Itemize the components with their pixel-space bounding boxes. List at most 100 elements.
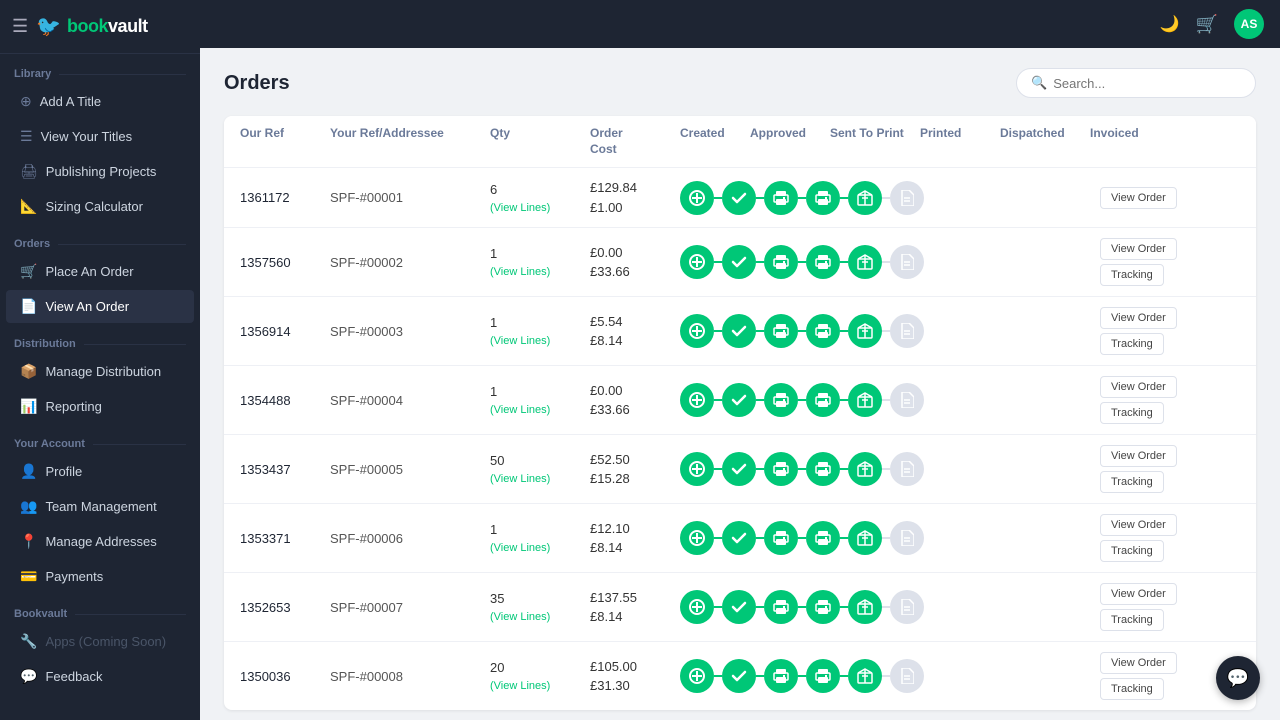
sidebar-item-apps: 🔧 Apps (Coming Soon) xyxy=(6,625,194,658)
cost-2: £8.14 xyxy=(590,331,680,351)
sidebar-item-team-management[interactable]: 👥 Team Management xyxy=(6,490,194,523)
status-dot-4 xyxy=(848,590,882,624)
document-icon: 📄 xyxy=(20,298,37,315)
status-dot-1 xyxy=(722,314,756,348)
view-lines-link[interactable]: (View Lines) xyxy=(490,611,550,623)
tracking-button[interactable]: Tracking xyxy=(1100,471,1164,493)
sidebar-item-place-order[interactable]: 🛒 Place An Order xyxy=(6,255,194,288)
table-header: Our Ref Your Ref/Addressee Qty OrderCost… xyxy=(224,116,1256,168)
status-line xyxy=(756,197,764,199)
theme-toggle-icon[interactable]: 🌙 xyxy=(1160,14,1180,34)
location-icon: 📍 xyxy=(20,533,37,550)
status-line xyxy=(756,468,764,470)
sidebar-item-view-titles[interactable]: ☰ View Your Titles xyxy=(6,120,194,153)
col-dispatched: Dispatched xyxy=(1000,126,1090,157)
actions-cell: View Order Tracking xyxy=(1100,307,1240,355)
status-dot-2 xyxy=(764,452,798,486)
status-line xyxy=(714,261,722,263)
sidebar-item-view-order[interactable]: 📄 View An Order xyxy=(6,290,194,323)
status-line xyxy=(840,330,848,332)
actions-cell: View Order Tracking xyxy=(1100,514,1240,562)
qty-cell: 1 (View Lines) xyxy=(490,384,590,416)
view-lines-link[interactable]: (View Lines) xyxy=(490,680,550,692)
status-dot-1 xyxy=(722,590,756,624)
status-dot-0 xyxy=(680,521,714,555)
col-order-cost: OrderCost xyxy=(590,126,680,157)
qty-cell: 35 (View Lines) xyxy=(490,591,590,623)
view-lines-link[interactable]: (View Lines) xyxy=(490,404,550,416)
cost-cell: £52.50 £15.28 xyxy=(590,450,680,489)
view-order-button[interactable]: View Order xyxy=(1100,238,1177,260)
view-lines-link[interactable]: (View Lines) xyxy=(490,473,550,485)
tracking-button[interactable]: Tracking xyxy=(1100,540,1164,562)
view-order-button[interactable]: View Order xyxy=(1100,514,1177,536)
table-body: 1361172 SPF-#00001 6 (View Lines) £129.8… xyxy=(224,168,1256,710)
view-order-button[interactable]: View Order xyxy=(1100,187,1177,209)
status-line xyxy=(714,675,722,677)
view-lines-link[interactable]: (View Lines) xyxy=(490,202,550,214)
sidebar-item-reporting[interactable]: 📊 Reporting xyxy=(6,390,194,423)
status-dot-5 xyxy=(890,181,924,215)
qty-cell: 50 (View Lines) xyxy=(490,453,590,485)
tracking-button[interactable]: Tracking xyxy=(1100,609,1164,631)
status-dot-1 xyxy=(722,521,756,555)
qty-value: 1 xyxy=(490,522,590,539)
table-row: 1352653 SPF-#00007 35 (View Lines) £137.… xyxy=(224,573,1256,642)
status-line xyxy=(756,399,764,401)
hamburger-icon[interactable]: ☰ xyxy=(12,16,28,37)
cart-topbar-icon[interactable]: 🛒 xyxy=(1196,14,1218,35)
sidebar-item-manage-addresses[interactable]: 📍 Manage Addresses xyxy=(6,525,194,558)
cart-icon: 🛒 xyxy=(20,263,37,280)
sidebar-item-label: View Your Titles xyxy=(41,129,133,144)
tracking-button[interactable]: Tracking xyxy=(1100,333,1164,355)
tracking-button[interactable]: Tracking xyxy=(1100,264,1164,286)
section-label-orders: Orders xyxy=(0,224,200,254)
avatar[interactable]: AS xyxy=(1234,9,1264,39)
sidebar-item-feedback[interactable]: 💬 Feedback xyxy=(6,660,194,693)
team-icon: 👥 xyxy=(20,498,37,515)
table-row: 1350036 SPF-#00008 20 (View Lines) £105.… xyxy=(224,642,1256,710)
view-order-button[interactable]: View Order xyxy=(1100,583,1177,605)
view-order-button[interactable]: View Order xyxy=(1100,376,1177,398)
status-dot-4 xyxy=(848,452,882,486)
orders-table: Our Ref Your Ref/Addressee Qty OrderCost… xyxy=(224,116,1256,710)
sidebar-item-manage-distribution[interactable]: 📦 Manage Distribution xyxy=(6,355,194,388)
col-qty: Qty xyxy=(490,126,590,157)
view-lines-link[interactable]: (View Lines) xyxy=(490,335,550,347)
view-lines-link[interactable]: (View Lines) xyxy=(490,266,550,278)
qty-value: 1 xyxy=(490,246,590,263)
search-input[interactable] xyxy=(1053,76,1241,91)
status-line xyxy=(798,261,806,263)
view-lines-link[interactable]: (View Lines) xyxy=(490,542,550,554)
sidebar-item-add-title[interactable]: ⊕ Add A Title xyxy=(6,85,194,118)
tracking-button[interactable]: Tracking xyxy=(1100,402,1164,424)
chat-bubble[interactable]: 💬 xyxy=(1216,656,1260,700)
sidebar-item-label: Publishing Projects xyxy=(46,164,157,179)
qty-cell: 6 (View Lines) xyxy=(490,182,590,214)
view-order-button[interactable]: View Order xyxy=(1100,652,1177,674)
apps-icon: 🔧 xyxy=(20,633,37,650)
tracking-button[interactable]: Tracking xyxy=(1100,678,1164,700)
cost-cell: £5.54 £8.14 xyxy=(590,312,680,351)
sidebar-item-sizing-calculator[interactable]: 📐 Sizing Calculator xyxy=(6,190,194,223)
our-ref-cell: 1356914 xyxy=(240,324,330,339)
view-order-button[interactable]: View Order xyxy=(1100,307,1177,329)
sidebar-item-profile[interactable]: 👤 Profile xyxy=(6,455,194,488)
status-dot-2 xyxy=(764,245,798,279)
status-line xyxy=(882,330,890,332)
status-line xyxy=(840,675,848,677)
status-line xyxy=(882,537,890,539)
chart-icon: 📊 xyxy=(20,398,37,415)
status-pipeline xyxy=(680,181,1100,215)
table-row: 1361172 SPF-#00001 6 (View Lines) £129.8… xyxy=(224,168,1256,228)
content-area: Orders 🔍 Our Ref Your Ref/Addressee Qty … xyxy=(200,48,1280,720)
your-ref-cell: SPF-#00005 xyxy=(330,462,490,477)
view-order-button[interactable]: View Order xyxy=(1100,445,1177,467)
cost-2: £8.14 xyxy=(590,607,680,627)
status-dot-4 xyxy=(848,659,882,693)
sidebar-item-payments[interactable]: 💳 Payments xyxy=(6,560,194,593)
actions-cell: View Order xyxy=(1100,187,1240,209)
sidebar-item-publishing-projects[interactable]: 🖨 Publishing Projects xyxy=(6,155,194,188)
cost-cell: £105.00 £31.30 xyxy=(590,657,680,696)
status-line xyxy=(882,197,890,199)
